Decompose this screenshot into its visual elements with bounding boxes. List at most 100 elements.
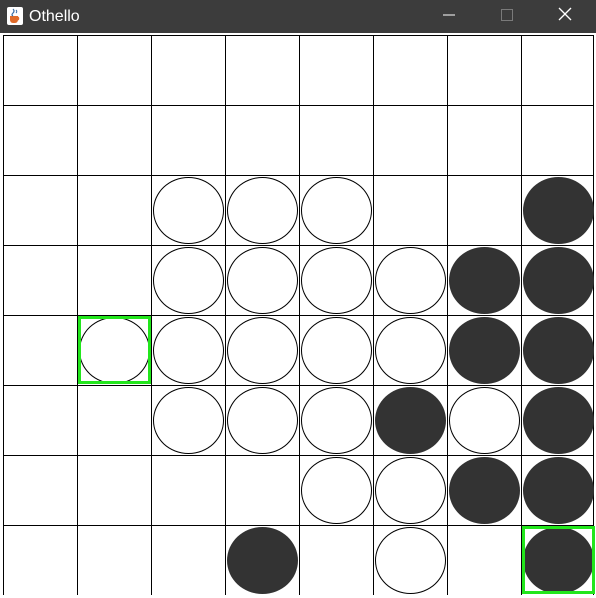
board-cell-r2-c2[interactable] — [151, 175, 225, 245]
white-disc — [227, 387, 298, 454]
board-cell-r5-c2[interactable] — [151, 385, 225, 455]
board-cell-r7-c5[interactable] — [373, 525, 447, 595]
board-cell-r6-c2[interactable] — [151, 455, 225, 525]
board-cell-r6-c6[interactable] — [447, 455, 521, 525]
window-title: Othello — [29, 8, 80, 25]
board-cell-r7-c6[interactable] — [447, 525, 521, 595]
white-disc — [301, 177, 372, 244]
board-cell-r5-c5[interactable] — [373, 385, 447, 455]
white-disc — [301, 317, 372, 384]
board-cell-r3-c1[interactable] — [77, 245, 151, 315]
board-cell-r4-c3[interactable] — [225, 315, 299, 385]
maximize-icon — [501, 8, 513, 26]
board-cell-r0-c7[interactable] — [521, 35, 594, 105]
white-disc — [153, 387, 224, 454]
board-cell-r7-c2[interactable] — [151, 525, 225, 595]
othello-board — [3, 35, 596, 595]
board-cell-r4-c4[interactable] — [299, 315, 373, 385]
board-cell-r1-c6[interactable] — [447, 105, 521, 175]
board-cell-r4-c6[interactable] — [447, 315, 521, 385]
board-cell-r2-c4[interactable] — [299, 175, 373, 245]
black-disc — [523, 457, 594, 524]
board-cell-r3-c5[interactable] — [373, 245, 447, 315]
board-cell-r0-c0[interactable] — [3, 35, 77, 105]
board-cell-r1-c3[interactable] — [225, 105, 299, 175]
board-cell-r2-c0[interactable] — [3, 175, 77, 245]
board-cell-r2-c5[interactable] — [373, 175, 447, 245]
board-cell-r6-c7[interactable] — [521, 455, 594, 525]
board-cell-r5-c1[interactable] — [77, 385, 151, 455]
board-cell-r1-c2[interactable] — [151, 105, 225, 175]
board-cell-r6-c5[interactable] — [373, 455, 447, 525]
board-cell-r4-c1[interactable] — [77, 315, 151, 385]
title-bar: Othello — [0, 0, 596, 33]
black-disc — [449, 247, 520, 314]
white-disc — [227, 247, 298, 314]
board-cell-r0-c3[interactable] — [225, 35, 299, 105]
white-disc — [375, 527, 446, 594]
board-cell-r0-c1[interactable] — [77, 35, 151, 105]
board-cell-r2-c6[interactable] — [447, 175, 521, 245]
black-disc — [523, 247, 594, 314]
board-cell-r6-c3[interactable] — [225, 455, 299, 525]
board-cell-r4-c0[interactable] — [3, 315, 77, 385]
board-cell-r3-c6[interactable] — [447, 245, 521, 315]
board-cell-r7-c1[interactable] — [77, 525, 151, 595]
white-disc — [301, 387, 372, 454]
white-disc — [375, 457, 446, 524]
board-cell-r3-c7[interactable] — [521, 245, 594, 315]
java-cup-icon — [7, 7, 23, 25]
board-cell-r1-c0[interactable] — [3, 105, 77, 175]
board-cell-r0-c5[interactable] — [373, 35, 447, 105]
board-cell-r6-c0[interactable] — [3, 455, 77, 525]
board-cell-r1-c1[interactable] — [77, 105, 151, 175]
board-cell-r1-c4[interactable] — [299, 105, 373, 175]
white-disc — [227, 317, 298, 384]
board-cell-r7-c0[interactable] — [3, 525, 77, 595]
white-disc — [153, 247, 224, 314]
white-disc — [375, 317, 446, 384]
board-cell-r3-c0[interactable] — [3, 245, 77, 315]
close-icon — [558, 7, 572, 26]
close-button[interactable] — [536, 0, 594, 33]
board-cell-r1-c7[interactable] — [521, 105, 594, 175]
board-cell-r7-c3[interactable] — [225, 525, 299, 595]
board-cell-r4-c5[interactable] — [373, 315, 447, 385]
minimize-icon — [443, 8, 455, 26]
board-cell-r3-c4[interactable] — [299, 245, 373, 315]
board-cell-r6-c4[interactable] — [299, 455, 373, 525]
board-cell-r5-c7[interactable] — [521, 385, 594, 455]
board-cell-r0-c4[interactable] — [299, 35, 373, 105]
maximize-button[interactable] — [478, 0, 536, 33]
board-cell-r7-c4[interactable] — [299, 525, 373, 595]
board-cell-r5-c3[interactable] — [225, 385, 299, 455]
black-disc — [523, 177, 594, 244]
board-cell-r5-c6[interactable] — [447, 385, 521, 455]
board-cell-r6-c1[interactable] — [77, 455, 151, 525]
white-disc — [301, 457, 372, 524]
board-cell-r5-c4[interactable] — [299, 385, 373, 455]
board-cell-r4-c2[interactable] — [151, 315, 225, 385]
board-cell-r0-c6[interactable] — [447, 35, 521, 105]
white-disc — [449, 387, 520, 454]
board-cell-r2-c1[interactable] — [77, 175, 151, 245]
black-disc — [523, 387, 594, 454]
black-disc — [523, 317, 594, 384]
black-disc — [449, 457, 520, 524]
board-cell-r5-c0[interactable] — [3, 385, 77, 455]
board-cell-r7-c7[interactable] — [521, 525, 594, 595]
board-cell-r3-c3[interactable] — [225, 245, 299, 315]
minimize-button[interactable] — [420, 0, 478, 33]
black-disc — [523, 527, 594, 594]
black-disc — [227, 527, 298, 594]
white-disc — [227, 177, 298, 244]
board-cell-r4-c7[interactable] — [521, 315, 594, 385]
board-cell-r3-c2[interactable] — [151, 245, 225, 315]
black-disc — [449, 317, 520, 384]
board-cell-r2-c3[interactable] — [225, 175, 299, 245]
board-cell-r1-c5[interactable] — [373, 105, 447, 175]
board-cell-r2-c7[interactable] — [521, 175, 594, 245]
white-disc — [375, 247, 446, 314]
white-disc — [301, 247, 372, 314]
board-cell-r0-c2[interactable] — [151, 35, 225, 105]
